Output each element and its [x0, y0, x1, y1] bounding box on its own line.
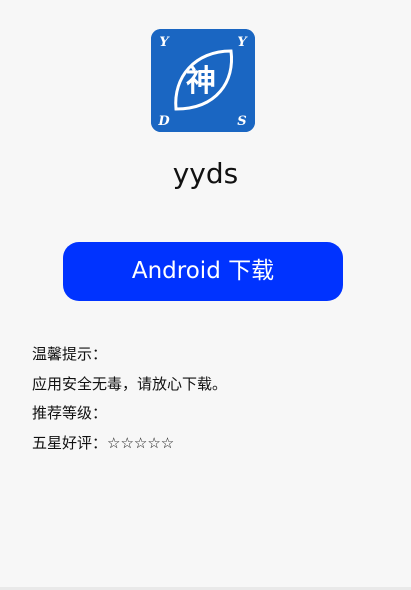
safety-text: 应用安全无毒，请放心下载。 — [32, 374, 228, 393]
app-name: yyds — [172, 157, 239, 190]
rating-title: 推荐等级： — [32, 404, 108, 422]
logo-letter-bottom-right: S — [237, 114, 246, 129]
tip-title: 温馨提示： — [32, 345, 108, 363]
app-logo: 神 Y Y D S — [151, 29, 255, 132]
rating-text: 五星好评：☆☆☆☆☆ — [32, 433, 175, 452]
app-logo-icon: 神 Y Y D S — [151, 29, 255, 132]
notes-section: 温馨提示： 应用安全无毒，请放心下载。 推荐等级： 五星好评：☆☆☆☆☆ — [32, 340, 227, 458]
logo-center-char: 神 — [186, 64, 216, 99]
logo-letter-bottom-left: D — [157, 114, 170, 129]
android-download-button[interactable]: Android 下载 — [63, 242, 343, 301]
download-page: 神 Y Y D S yyds Android 下载 温馨提示： 应用安全无毒，请… — [0, 0, 411, 590]
